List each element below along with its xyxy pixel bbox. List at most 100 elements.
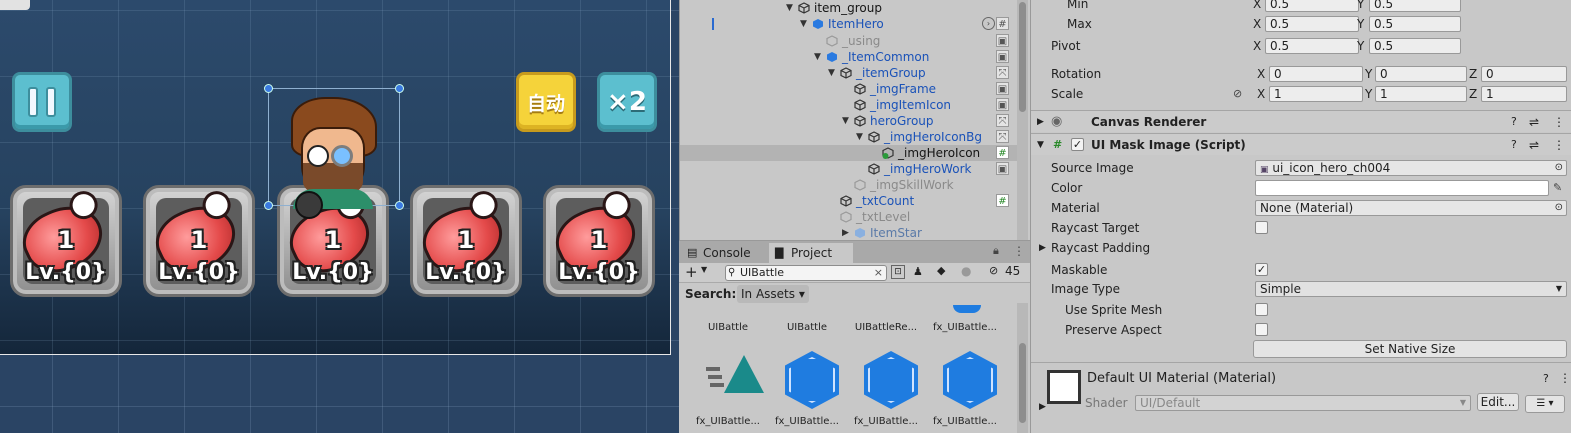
item-card[interactable]: 1 Lv.{0} (410, 185, 522, 297)
color-field[interactable] (1255, 180, 1549, 196)
rect-handle[interactable] (264, 84, 273, 93)
scrollbar-thumb[interactable] (1019, 2, 1026, 112)
scrollbar-thumb[interactable] (1019, 343, 1026, 423)
more-options-icon[interactable]: ⋮ (1553, 134, 1565, 156)
hierarchy-row[interactable]: ▶ ItemStar (680, 225, 1020, 241)
asset-item[interactable]: UIBattleRe... (846, 305, 926, 333)
preserve-aspect-checkbox[interactable] (1255, 323, 1268, 336)
object-picker-icon[interactable]: ⊙ (1555, 161, 1563, 175)
edit-shader-button[interactable]: Edit... (1477, 393, 1519, 411)
favorite-icon[interactable]: ● (961, 264, 971, 278)
hierarchy-row[interactable]: _txtLevel (680, 209, 1020, 225)
scale-z-field[interactable]: 1 (1481, 86, 1567, 102)
scene-gizmo[interactable] (0, 0, 30, 10)
expand-arrow-icon[interactable]: ▼ (814, 49, 821, 65)
lock-icon[interactable]: 🔒︎ (993, 244, 999, 258)
pivot-x-field[interactable]: 0.5 (1265, 38, 1359, 54)
more-options-icon[interactable]: ⋮ (1559, 371, 1571, 385)
expand-arrow-icon[interactable]: ▼ (856, 129, 863, 145)
item-card[interactable]: 1 Lv.{0} (10, 185, 122, 297)
canvas-renderer-header[interactable]: ▶ ◉ Canvas Renderer ? ⇌ ⋮ (1031, 110, 1571, 132)
scale-y-field[interactable]: 1 (1375, 86, 1467, 102)
hierarchy-row-selected[interactable]: _imgHeroIcon # (680, 145, 1020, 161)
asset-item[interactable]: fx_UIBattle... (688, 351, 768, 427)
image-type-dropdown[interactable]: Simple ▼ (1255, 281, 1567, 297)
rect-handle[interactable] (264, 201, 273, 210)
hierarchy-row[interactable]: _txtCount # (680, 193, 1020, 209)
expand-arrow-icon[interactable]: ▶ (1039, 238, 1046, 258)
item-card[interactable]: 1 Lv.{0} (543, 185, 655, 297)
rect-handle[interactable] (395, 84, 404, 93)
auto-button[interactable]: 自动 (516, 72, 576, 132)
asset-item[interactable]: fx_UIBattle... (925, 351, 1005, 427)
hierarchy-scrollbar[interactable] (1017, 0, 1028, 240)
help-icon[interactable]: ? (1543, 372, 1549, 385)
expand-arrow-icon[interactable]: ▼ (786, 0, 793, 16)
hierarchy-row[interactable]: ▼ _imgHeroIconBg ⤧ (680, 129, 1020, 145)
component-enabled-checkbox[interactable]: ✓ (1071, 138, 1084, 151)
expand-arrow-icon[interactable]: ▼ (842, 113, 849, 129)
hierarchy-row[interactable]: ▼ heroGroup ⤧ (680, 113, 1020, 129)
selected-hero-icon[interactable] (264, 84, 404, 219)
rotation-z-field[interactable]: 0 (1481, 66, 1567, 82)
hidden-packages-icon[interactable]: ⊘ (989, 264, 998, 277)
pause-button[interactable] (12, 72, 72, 132)
help-icon[interactable]: ? (1511, 111, 1517, 133)
search-input[interactable]: ⚲ UIBattle × (725, 265, 887, 281)
hierarchy-row[interactable]: _imgHeroWork ▣ (680, 161, 1020, 177)
more-options-icon[interactable]: ⋮ (1553, 111, 1565, 133)
asset-item[interactable]: UIBattle (767, 305, 847, 333)
asset-item[interactable]: fx_UIBattle... (767, 351, 847, 427)
hierarchy-row[interactable]: _using ▣ (680, 33, 1020, 49)
expand-arrow-icon[interactable]: ▼ (800, 16, 807, 32)
asset-item[interactable]: UIBattle (688, 305, 768, 333)
expand-arrow-icon[interactable]: ▼ (828, 65, 835, 81)
shader-options-dropdown[interactable]: ☰ ▾ (1525, 395, 1565, 413)
material-field[interactable]: None (Material) ⊙ (1255, 200, 1567, 216)
project-scrollbar[interactable] (1017, 303, 1028, 433)
asset-item[interactable]: fx_UIBattle... (846, 351, 926, 427)
hierarchy-row[interactable]: _imgSkillWork (680, 177, 1020, 193)
help-icon[interactable]: ? (1511, 134, 1517, 156)
expand-arrow-icon[interactable]: ▶ (1039, 402, 1046, 412)
expand-arrow-icon[interactable]: ▶ (842, 225, 849, 241)
preset-icon[interactable]: ⇌ (1529, 134, 1539, 156)
raycast-padding-row[interactable]: ▶ Raycast Padding (1031, 238, 1571, 258)
mask-image-header[interactable]: ▼ # ✓ UI Mask Image (Script) ? ⇌ ⋮ (1031, 133, 1571, 155)
prefab-open-icon[interactable]: › (982, 17, 995, 30)
min-y-field[interactable]: 0.5 (1369, 0, 1461, 12)
hierarchy-row[interactable]: ▼ _itemGroup ⤧ (680, 65, 1020, 81)
expand-arrow-icon[interactable]: ▼ (1037, 134, 1044, 156)
pivot-y-field[interactable]: 0.5 (1369, 38, 1461, 54)
eyedropper-icon[interactable]: ✎ (1553, 178, 1562, 198)
speed-button[interactable]: ×2 (597, 72, 657, 132)
clear-search-icon[interactable]: × (874, 266, 883, 280)
hierarchy-row[interactable]: _imgFrame ▣ (680, 81, 1020, 97)
max-x-field[interactable]: 0.5 (1265, 16, 1359, 32)
chevron-down-icon[interactable]: ▼ (701, 265, 707, 274)
filter-type-icon[interactable]: ♟ (913, 265, 923, 278)
hierarchy-row[interactable]: ▼ ItemHero › # (680, 16, 1020, 32)
scene-view[interactable]: 自动 ×2 1 Lv.{0} 1 Lv.{0} 1 Lv.{0} 1 Lv.{0… (0, 0, 679, 433)
label-filter-icon[interactable]: ◆ (937, 264, 945, 277)
set-native-size-button[interactable]: Set Native Size (1253, 340, 1567, 358)
asset-item[interactable]: fx_UIBattle... (925, 305, 1005, 333)
rect-handle[interactable] (395, 201, 404, 210)
shader-dropdown[interactable]: UI/Default ▼ (1135, 395, 1471, 411)
search-scope-dropdown[interactable]: In Assets ▾ (737, 285, 809, 303)
min-x-field[interactable]: 0.5 (1265, 0, 1359, 12)
object-picker-icon[interactable]: ⊙ (1555, 201, 1563, 215)
hierarchy-row[interactable]: ▼ _ItemCommon ▣ (680, 49, 1020, 65)
rotation-x-field[interactable]: 0 (1269, 66, 1363, 82)
more-options-icon[interactable]: ⋮ (1013, 244, 1025, 258)
tab-project[interactable]: ▇ Project (769, 243, 853, 263)
item-card[interactable]: 1 Lv.{0} (143, 185, 255, 297)
add-icon[interactable]: + (685, 263, 698, 281)
source-image-field[interactable]: ▣ ui_icon_hero_ch004 ⊙ (1255, 160, 1567, 176)
tab-console[interactable]: ▤ Console (681, 243, 769, 263)
hierarchy-row[interactable]: ▼ item_group (680, 0, 1020, 16)
rotation-y-field[interactable]: 0 (1375, 66, 1467, 82)
maskable-checkbox[interactable]: ✓ (1255, 263, 1268, 276)
expand-arrow-icon[interactable]: ▶ (1037, 111, 1044, 133)
preset-icon[interactable]: ⇌ (1529, 111, 1539, 133)
